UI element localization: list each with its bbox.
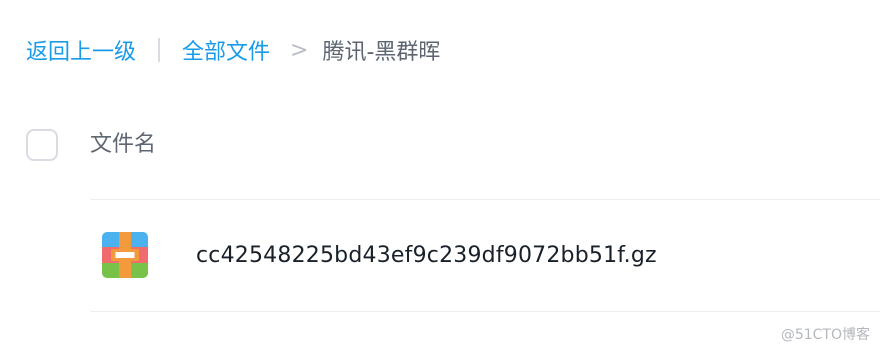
file-row[interactable]: cc42548225bd43ef9c239df9072bb51f.gz	[90, 200, 880, 311]
chevron-right-icon: >	[290, 37, 309, 63]
breadcrumb-divider	[158, 38, 161, 62]
select-all-checkbox[interactable]	[26, 129, 58, 161]
row-divider	[90, 311, 880, 312]
all-files-link[interactable]: 全部文件	[182, 34, 270, 66]
file-list-header: 文件名	[26, 127, 156, 163]
file-name[interactable]: cc42548225bd43ef9c239df9072bb51f.gz	[196, 240, 657, 272]
filename-column-header: 文件名	[90, 132, 157, 157]
current-folder-label: 腾讯-黑群晖	[322, 40, 441, 65]
archive-icon	[102, 232, 148, 278]
back-to-parent-link[interactable]: 返回上一级	[26, 34, 136, 66]
watermark: @51CTO博客	[780, 327, 870, 343]
breadcrumb: 返回上一级 全部文件 > 腾讯-黑群晖	[26, 32, 440, 68]
